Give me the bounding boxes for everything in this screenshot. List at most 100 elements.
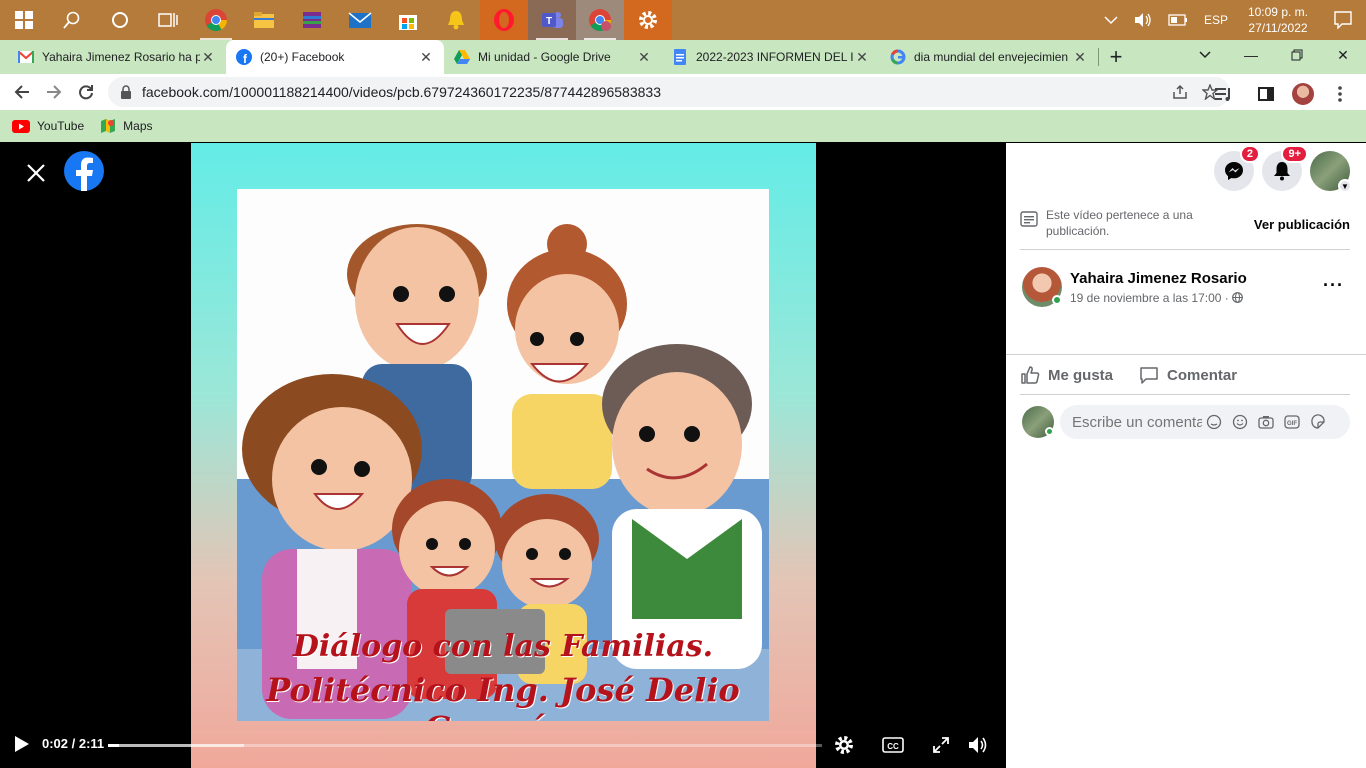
tab-close-button[interactable]: ✕ [1072, 49, 1088, 66]
tab-close-button[interactable]: ✕ [418, 49, 434, 66]
video-controls-bar: 0:02 / 2:11 CC [0, 722, 1006, 768]
system-clock[interactable]: 10:09 p. m. 27/11/2022 [1236, 4, 1320, 36]
teams-icon: T [542, 12, 563, 28]
back-button[interactable] [6, 76, 38, 108]
account-avatar[interactable]: ▼ [1310, 151, 1352, 193]
tab-title: dia mundial del envejecimien [914, 50, 1069, 64]
taskbar-opera[interactable] [480, 0, 528, 40]
commenter-avatar[interactable] [1022, 406, 1054, 438]
input-language[interactable]: ESP [1196, 0, 1236, 40]
tab-search-button[interactable] [1182, 40, 1228, 70]
bookmark-label: Maps [123, 119, 153, 133]
winrar-icon [303, 12, 321, 28]
arrow-right-icon [47, 85, 62, 99]
system-tray: ESP 10:09 p. m. 27/11/2022 [1096, 0, 1366, 40]
tab-docs[interactable]: 2022-2023 INFORMEN DEL II ✕ [662, 40, 880, 74]
tab-gmail[interactable]: Yahaira Jimenez Rosario ha p ✕ [8, 40, 226, 74]
camera-icon[interactable] [1258, 414, 1274, 430]
svg-text:GIF: GIF [1287, 421, 1297, 427]
close-window-button[interactable]: ✕ [1320, 40, 1366, 70]
bookmark-maps[interactable]: Maps [100, 118, 153, 134]
video-player[interactable]: Diálogo con las Familias. Politécnico In… [191, 143, 816, 768]
post-actions: Me gusta Comentar [1020, 365, 1237, 385]
windows-logo-icon [15, 11, 33, 29]
svg-text:CC: CC [887, 742, 899, 751]
play-button[interactable] [12, 735, 30, 758]
author-avatar[interactable] [1022, 267, 1062, 307]
chrome-menu-button[interactable] [1324, 78, 1356, 110]
new-tab-button[interactable]: + [1099, 40, 1133, 74]
facebook-logo[interactable] [64, 151, 104, 191]
youtube-icon [12, 119, 30, 133]
comment-input[interactable] [1072, 413, 1202, 431]
close-icon [27, 164, 45, 182]
post-side-panel: 2 9+ ▼ Este vídeo pertenece a una public… [1006, 143, 1366, 768]
comment-button[interactable]: Comentar [1139, 365, 1237, 385]
side-panel-button[interactable] [1250, 78, 1282, 110]
restore-button[interactable] [1274, 40, 1320, 70]
gif-icon[interactable]: GIF [1284, 414, 1300, 430]
settings-button[interactable] [831, 732, 857, 758]
reload-button[interactable] [70, 76, 102, 108]
taskbar-chrome-profile[interactable] [576, 0, 624, 40]
tab-title: Yahaira Jimenez Rosario ha p [42, 50, 200, 64]
close-viewer-button[interactable] [22, 159, 50, 187]
cortana-button[interactable] [96, 0, 144, 40]
video-progress-bar[interactable] [108, 744, 822, 747]
clock-time: 10:09 p. m. [1247, 5, 1308, 19]
tab-facebook[interactable]: f (20+) Facebook ✕ [226, 40, 444, 74]
start-button[interactable] [0, 0, 48, 40]
profile-avatar[interactable] [1292, 83, 1314, 105]
tab-close-button[interactable]: ✕ [200, 49, 216, 66]
clock-date: 27/11/2022 [1248, 21, 1308, 35]
post-date[interactable]: 19 de noviembre a las 17:00 · [1070, 291, 1232, 305]
bookmark-youtube[interactable]: YouTube [12, 119, 84, 133]
arrow-left-icon [14, 85, 29, 99]
tab-close-button[interactable]: ✕ [636, 49, 652, 66]
author-name[interactable]: Yahaira Jimenez Rosario [1070, 270, 1247, 287]
notifications-button[interactable]: 9+ [1262, 145, 1308, 191]
taskbar-file-explorer[interactable] [240, 0, 288, 40]
taskbar-search-button[interactable] [48, 0, 96, 40]
task-view-button[interactable] [144, 0, 192, 40]
taskbar-settings[interactable] [624, 0, 672, 40]
bell-app-icon [448, 11, 464, 30]
taskbar-teams[interactable]: T [528, 0, 576, 40]
emoji-icon[interactable] [1232, 414, 1248, 430]
post-timestamp: 19 de noviembre a las 17:00 · [1070, 291, 1247, 305]
action-center-button[interactable] [1320, 0, 1366, 40]
tab-close-button[interactable]: ✕ [854, 49, 870, 66]
battery-button[interactable] [1160, 0, 1196, 40]
divider [1020, 394, 1350, 395]
taskbar-bell-app[interactable] [432, 0, 480, 40]
media-controls-button[interactable] [1208, 78, 1240, 110]
tab-google-drive[interactable]: Mi unidad - Google Drive ✕ [444, 40, 662, 74]
volume-control-button[interactable] [966, 732, 992, 758]
messenger-button[interactable]: 2 [1214, 145, 1260, 191]
tab-google-search[interactable]: dia mundial del envejecimien ✕ [880, 40, 1098, 74]
taskbar-mail[interactable] [336, 0, 384, 40]
facebook-header-actions: 2 9+ ▼ [1214, 145, 1352, 193]
taskbar-winrar[interactable] [288, 0, 336, 40]
volume-button[interactable] [1126, 0, 1160, 40]
show-hidden-icons-button[interactable] [1096, 0, 1126, 40]
minimize-button[interactable]: — [1228, 40, 1274, 70]
captions-button[interactable]: CC [880, 732, 906, 758]
like-button[interactable]: Me gusta [1020, 365, 1113, 385]
folder-icon [254, 12, 274, 28]
maps-icon [100, 118, 116, 134]
sticker-icon[interactable] [1310, 414, 1326, 430]
lock-icon [121, 85, 131, 99]
taskbar-chrome[interactable] [192, 0, 240, 40]
post-options-button[interactable]: ··· [1323, 275, 1344, 296]
share-icon[interactable] [1172, 84, 1188, 100]
view-post-link[interactable]: Ver publicación [1254, 217, 1350, 232]
taskbar-store[interactable] [384, 0, 432, 40]
chevron-up-icon [1104, 16, 1118, 25]
avatar-sticker-icon[interactable] [1206, 414, 1222, 430]
forward-button[interactable] [38, 76, 70, 108]
store-icon [399, 15, 417, 30]
fullscreen-button[interactable] [928, 732, 954, 758]
address-bar[interactable]: facebook.com/100001188214400/videos/pcb.… [108, 77, 1230, 107]
comment-input-wrapper[interactable]: GIF [1060, 405, 1350, 439]
